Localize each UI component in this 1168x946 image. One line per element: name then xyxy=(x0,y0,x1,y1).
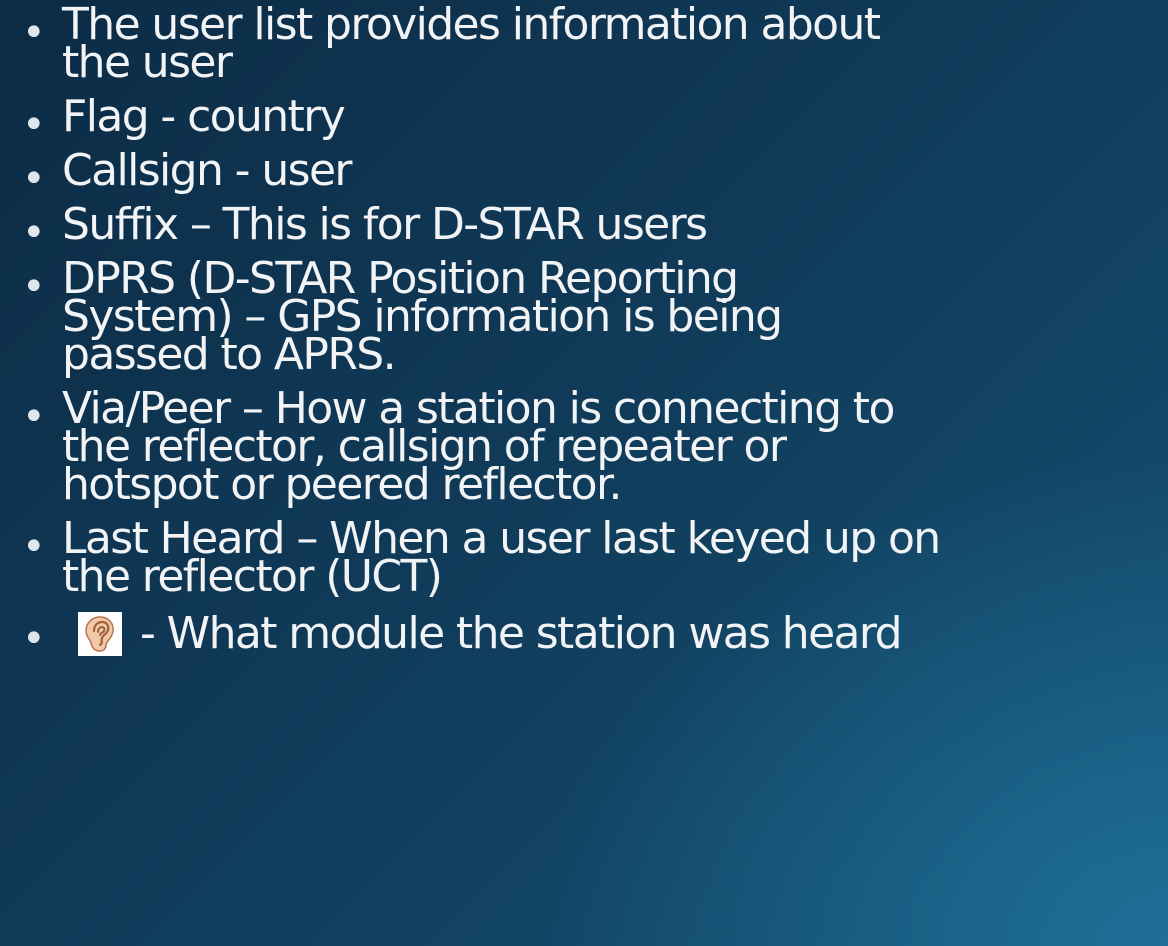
bullet-item-callsign: • Callsign - user xyxy=(0,145,1168,200)
bullet-list: • The user list provides information abo… xyxy=(0,3,1168,672)
slide: • The user list provides information abo… xyxy=(0,0,1168,946)
bullet-item-user-list: • The user list provides information abo… xyxy=(0,3,1168,85)
bullet-marker: • xyxy=(22,156,46,202)
bullet-marker: • xyxy=(22,210,46,256)
bullet-marker: • xyxy=(22,10,46,56)
bullet-item-module: • - What module the station was heard xyxy=(0,612,1168,662)
bullet-marker: • xyxy=(22,394,46,440)
bullet-text-line-with-icon: - What module the station was heard xyxy=(62,612,1164,656)
ear-icon xyxy=(78,612,122,656)
bullet-text-line: Suffix – This is for D-STAR users xyxy=(62,199,708,250)
bullet-marker: • xyxy=(22,102,46,148)
bullet-item-via-peer: • Via/Peer – How a station is connecting… xyxy=(0,387,1168,510)
bullet-item-dprs: • DPRS (D-STAR Position Reporting System… xyxy=(0,257,1168,377)
bullet-item-flag: • Flag - country xyxy=(0,91,1168,146)
bullet-marker: • xyxy=(22,264,46,310)
bullet-text-line: Callsign - user xyxy=(62,145,353,196)
bullet-text: - What module the station was heard xyxy=(140,608,903,659)
bullet-text-line: Flag - country xyxy=(62,91,346,142)
bullet-marker: • xyxy=(22,616,46,662)
bullet-text-line: hotspot or peered reflector. xyxy=(62,459,622,510)
bullet-marker: • xyxy=(22,524,46,570)
bullet-item-suffix: • Suffix – This is for D-STAR users xyxy=(0,199,1168,254)
bullet-item-last-heard: • Last Heard – When a user last keyed up… xyxy=(0,517,1168,599)
